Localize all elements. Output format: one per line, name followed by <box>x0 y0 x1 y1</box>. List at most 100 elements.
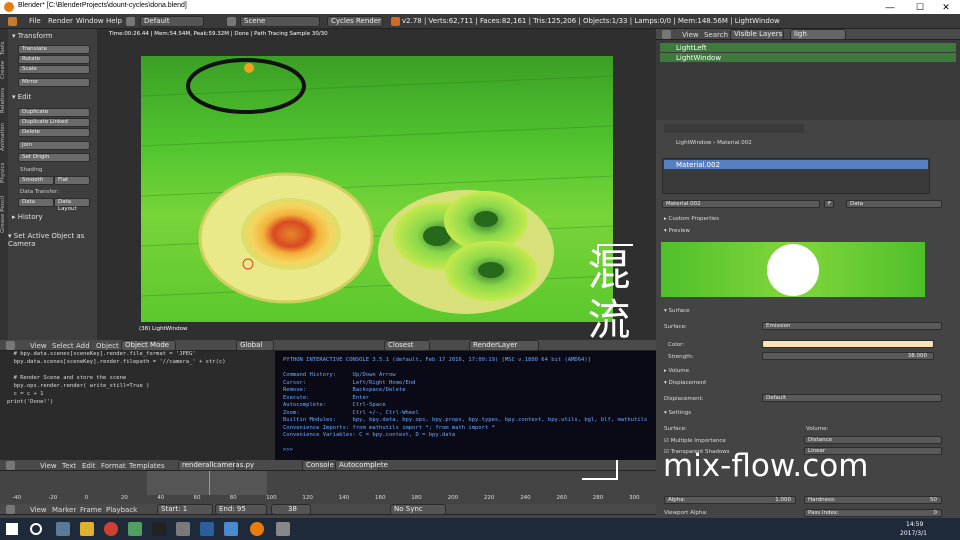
menu-text-templates[interactable]: Templates <box>129 462 165 470</box>
displacement-panel[interactable]: ▾ Displacement <box>664 380 706 386</box>
menu-view[interactable]: View <box>30 342 47 350</box>
properties-context-tabs[interactable] <box>664 124 804 133</box>
text-file-dropdown[interactable]: renderallcameras.py <box>178 460 254 471</box>
volume-panel[interactable]: ▸ Volume <box>664 368 689 374</box>
start-frame-field[interactable]: Start: 1 <box>157 504 213 515</box>
menu-tl-playback[interactable]: Playback <box>106 506 137 514</box>
duplicate-button[interactable]: Duplicate <box>18 108 90 117</box>
photos-icon[interactable] <box>224 522 238 536</box>
custom-properties-panel[interactable]: ▸ Custom Properties <box>664 216 719 222</box>
data-link-dropdown[interactable]: Data <box>846 200 942 208</box>
3d-viewport[interactable]: Time:00:26.44 | Mem:54.54M, Peak:59.32M … <box>97 29 656 340</box>
tab-physics[interactable]: Physics <box>0 153 8 183</box>
text-editor-icon[interactable] <box>6 461 15 470</box>
last-operator-panel[interactable]: ▾ Set Active Object as Camera <box>8 232 97 248</box>
app-icon[interactable] <box>128 522 142 536</box>
fake-user-button[interactable]: F <box>824 200 834 208</box>
tab-animation[interactable]: Animation <box>0 115 8 151</box>
current-frame-line[interactable] <box>209 471 210 495</box>
surface-shader-dropdown[interactable]: Emission <box>762 322 942 330</box>
menu-text-text[interactable]: Text <box>62 462 76 470</box>
current-frame-field[interactable]: 38 <box>271 504 311 515</box>
text-editor[interactable]: # bpy.data.scenes[sceneKey].render.file_… <box>0 351 275 460</box>
delete-button[interactable]: Delete <box>18 128 90 137</box>
mode-dropdown[interactable]: Object Mode <box>121 340 176 351</box>
app-icon-3[interactable] <box>276 522 290 536</box>
layout-dropdown[interactable]: Default <box>140 16 204 27</box>
python-console[interactable]: PYTHON INTERACTIVE CONSOLE 3.5.1 (defaul… <box>275 351 656 460</box>
volume-sampling-dropdown[interactable]: Distance <box>804 436 942 444</box>
duplicate-linked-button[interactable]: Duplicate Linked <box>18 118 90 127</box>
menu-tl-view[interactable]: View <box>30 506 47 514</box>
render-engine-dropdown[interactable]: Cycles Render <box>327 16 383 27</box>
data-button[interactable]: Data <box>18 198 54 207</box>
outliner-item-lightwindow[interactable]: LightWindow <box>660 53 956 62</box>
chrome-icon[interactable] <box>104 522 118 536</box>
tab-create[interactable]: Create <box>0 55 8 79</box>
menu-tl-frame[interactable]: Frame <box>80 506 102 514</box>
editor-type-icon[interactable] <box>8 17 17 26</box>
multiple-importance-checkbox[interactable]: ☑ Multiple Importance <box>664 438 726 444</box>
transform-panel-header[interactable]: ▾ Transform <box>12 32 53 40</box>
menu-select[interactable]: Select <box>52 342 74 350</box>
material-slot-selected[interactable]: Material.002 <box>664 160 928 169</box>
maximize-button[interactable]: ☐ <box>906 0 934 14</box>
sync-dropdown[interactable]: No Sync <box>390 504 446 515</box>
menu-text-view[interactable]: View <box>40 462 57 470</box>
outliner-menu-view[interactable]: View <box>682 31 699 39</box>
menu-add[interactable]: Add <box>76 342 90 350</box>
history-panel-header[interactable]: ▸ History <box>12 213 43 221</box>
tab-grease-pencil[interactable]: Grease Pencil <box>0 185 8 233</box>
menu-help[interactable]: Help <box>106 17 122 25</box>
edit-panel-header[interactable]: ▾ Edit <box>12 93 31 101</box>
pass-index-field[interactable]: Pass Index: 0 <box>804 509 942 517</box>
close-button[interactable]: ✕ <box>932 0 960 14</box>
displacement-dropdown[interactable]: Default <box>762 394 942 402</box>
surface-panel-header[interactable]: ▾ Surface <box>664 308 689 314</box>
orientation-dropdown[interactable]: Global <box>236 340 274 351</box>
search-icon[interactable] <box>30 523 42 535</box>
terminal-icon[interactable] <box>152 522 166 536</box>
render-layer-dropdown[interactable]: RenderLayer <box>469 340 539 351</box>
console-tab[interactable]: Console <box>302 460 334 471</box>
flat-button[interactable]: Flat <box>54 176 90 185</box>
set-origin-dropdown[interactable]: Set Origin <box>18 153 90 162</box>
end-frame-field[interactable]: End: 95 <box>215 504 267 515</box>
smooth-button[interactable]: Smooth <box>18 176 54 185</box>
app-icon-2[interactable] <box>176 522 190 536</box>
viewport-editor-icon[interactable] <box>6 341 15 350</box>
emission-color-swatch[interactable] <box>762 340 934 348</box>
timeline[interactable]: -40 -20 0 20 40 60 80 100 120 140 160 180 200 220 240 2… <box>0 471 656 518</box>
material-slot-list[interactable]: Material.002 <box>662 158 930 194</box>
strength-field[interactable]: 38.000 <box>762 352 934 360</box>
outliner-menu-search[interactable]: Search <box>704 31 728 39</box>
outliner-editor-icon[interactable] <box>662 30 671 39</box>
tab-relations[interactable]: Relations <box>0 81 8 113</box>
timeline-editor-icon[interactable] <box>6 505 15 514</box>
blender-taskbar-icon[interactable] <box>250 522 264 536</box>
menu-window[interactable]: Window <box>76 17 104 25</box>
translate-button[interactable]: Translate <box>18 45 90 54</box>
hardness-field[interactable]: Hardness: 50 <box>804 496 942 504</box>
autocomplete-tab[interactable]: Autocomplete <box>335 460 388 471</box>
alpha-field[interactable]: Alpha: 1.000 <box>664 496 796 504</box>
outliner-filter-dropdown[interactable]: Visible Layers <box>730 29 784 40</box>
outliner-search-input[interactable]: ligh <box>790 29 846 40</box>
rotate-button[interactable]: Rotate <box>18 55 90 64</box>
data-layout-button[interactable]: Data Layout <box>54 198 90 212</box>
menu-object[interactable]: Object <box>96 342 119 350</box>
menu-text-format[interactable]: Format <box>101 462 126 470</box>
task-view-icon[interactable] <box>56 522 70 536</box>
snap-dropdown[interactable]: Closest <box>384 340 430 351</box>
mirror-button[interactable]: Mirror <box>18 78 90 87</box>
scene-dropdown[interactable]: Scene <box>240 16 320 27</box>
scale-button[interactable]: Scale <box>18 65 90 74</box>
menu-render[interactable]: Render <box>48 17 73 25</box>
join-button[interactable]: Join <box>18 141 90 150</box>
tab-tools[interactable]: Tools <box>0 33 8 55</box>
file-explorer-icon[interactable] <box>80 522 94 536</box>
menu-tl-marker[interactable]: Marker <box>52 506 76 514</box>
outliner[interactable]: View Search Visible Layers ligh LightLef… <box>656 29 960 120</box>
menu-text-edit[interactable]: Edit <box>82 462 96 470</box>
preview-panel-header[interactable]: ▾ Preview <box>664 228 690 234</box>
